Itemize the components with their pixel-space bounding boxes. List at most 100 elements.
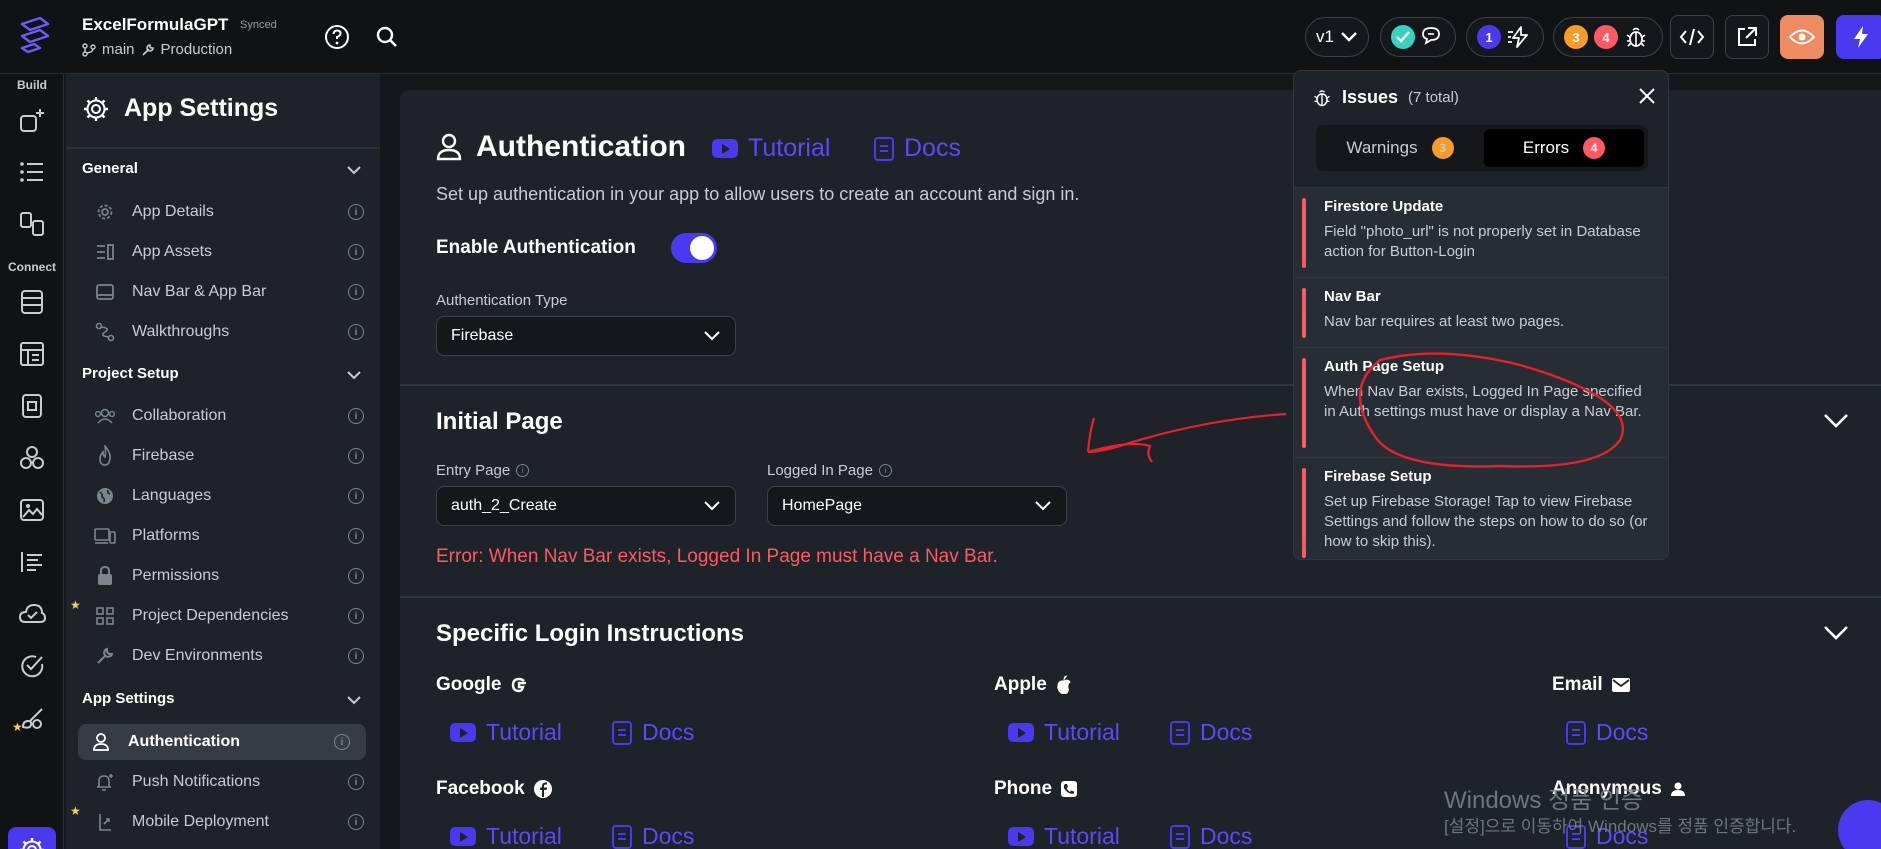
media-assets-icon[interactable] [14, 492, 50, 528]
facebook-tutorial-link[interactable]: Tutorial [450, 823, 562, 849]
google-tutorial-link[interactable]: Tutorial [450, 719, 562, 746]
sidebar-item-label: Dev Environments [132, 647, 263, 664]
docs-link[interactable]: Docs [874, 134, 961, 163]
info-icon[interactable]: i [348, 648, 364, 664]
widget-add-icon[interactable] [14, 102, 50, 138]
info-icon[interactable]: i [348, 608, 364, 624]
sidebar-item-authentication[interactable]: Authentication i [78, 724, 366, 760]
warnings-badge: 3 [1564, 25, 1588, 49]
enable-auth-toggle[interactable] [671, 233, 717, 263]
tutorial-link[interactable]: Tutorial [712, 134, 830, 163]
section-general[interactable]: General [82, 160, 138, 177]
phone-docs-link[interactable]: Docs [1170, 823, 1252, 849]
info-icon[interactable]: i [348, 244, 364, 260]
list-icon[interactable] [14, 154, 50, 190]
branch-info[interactable]: main Production [82, 41, 232, 58]
project-name[interactable]: ExcelFormulaGPT [82, 15, 228, 35]
devices-icon [94, 525, 116, 547]
settings-rail-button[interactable] [8, 827, 56, 849]
info-icon[interactable]: i [348, 528, 364, 544]
chevron-down-icon[interactable] [346, 162, 362, 178]
theme-text-icon[interactable] [14, 544, 50, 580]
facebook-docs-link[interactable]: Docs [612, 823, 694, 849]
sidebar-item-permissions[interactable]: Permissions i [94, 558, 364, 594]
logged-in-page-dropdown[interactable]: HomePage [767, 486, 1067, 526]
issues-pill[interactable]: 3 4 [1553, 17, 1663, 57]
design-brush-icon[interactable] [14, 700, 50, 736]
storyboard-icon[interactable] [14, 206, 50, 242]
sidebar-item-languages[interactable]: Languages i [94, 478, 364, 514]
entry-page-dropdown[interactable]: auth_2_Create [436, 486, 736, 526]
sidebar-item-mobile-deployment[interactable]: Mobile Deployment i [94, 804, 364, 840]
person-icon [436, 133, 462, 161]
cloud-functions-icon[interactable] [14, 596, 50, 632]
provider-facebook: Facebook [436, 778, 553, 800]
info-icon[interactable]: i [348, 568, 364, 584]
run-button[interactable] [1836, 15, 1881, 59]
tab-warnings[interactable]: Warnings 3 [1320, 129, 1480, 167]
chevron-down-icon[interactable] [1822, 624, 1850, 642]
sidebar-item-platforms[interactable]: Platforms i [94, 518, 364, 554]
info-icon[interactable]: i [516, 464, 530, 477]
document-icon [1170, 824, 1190, 849]
auth-type-dropdown[interactable]: Firebase [436, 316, 736, 356]
chevron-down-icon[interactable] [1822, 412, 1850, 430]
section-project-setup[interactable]: Project Setup [82, 365, 179, 382]
phone-tutorial-link[interactable]: Tutorial [1008, 823, 1120, 849]
issue-item[interactable]: Firestore Update Field "photo_url" is no… [1294, 187, 1668, 277]
apple-docs-link[interactable]: Docs [1170, 719, 1252, 746]
sidebar-item-collaboration[interactable]: Collaboration i [94, 398, 364, 434]
custom-code-icon[interactable] [14, 440, 50, 476]
sidebar-item-label: Mobile Deployment [132, 813, 269, 830]
error-indicator [1302, 468, 1306, 558]
google-docs-link[interactable]: Docs [612, 719, 694, 746]
sidebar-item-nav-bar[interactable]: Nav Bar & App Bar i [94, 274, 364, 310]
info-icon[interactable]: i [348, 284, 364, 300]
chevron-down-icon[interactable] [346, 367, 362, 383]
eye-icon [1789, 29, 1815, 45]
settings-sidebar: App Settings General App Details i App A… [66, 74, 380, 849]
rail-build-label: Build [17, 78, 47, 92]
status-chat-pill[interactable] [1380, 17, 1456, 57]
sidebar-item-push-notifications[interactable]: Push Notifications i [94, 764, 364, 800]
email-docs-link[interactable]: Docs [1566, 719, 1648, 746]
info-icon[interactable]: i [348, 814, 364, 830]
action-pill[interactable]: 1 [1466, 17, 1544, 57]
code-icon [1679, 28, 1705, 46]
api-calls-icon[interactable] [14, 336, 50, 372]
app-state-icon[interactable] [14, 388, 50, 424]
open-external-button[interactable] [1725, 15, 1769, 59]
code-view-button[interactable] [1670, 15, 1714, 59]
document-icon [1566, 720, 1586, 745]
version-selector[interactable]: v1 [1305, 17, 1369, 57]
info-icon[interactable]: i [348, 324, 364, 340]
entry-page-label-text: Entry Page [436, 462, 511, 479]
flutterflow-logo-icon[interactable] [18, 16, 52, 54]
sidebar-item-dev-environments[interactable]: Dev Environments i [94, 638, 364, 674]
help-icon[interactable] [322, 22, 352, 52]
sidebar-item-label: Nav Bar & App Bar [132, 283, 267, 300]
info-icon[interactable]: i [878, 464, 892, 477]
sidebar-item-firebase[interactable]: Firebase i [94, 438, 364, 474]
preview-button[interactable] [1780, 15, 1824, 59]
info-icon[interactable]: i [348, 204, 364, 220]
test-check-icon[interactable] [14, 648, 50, 684]
issue-item[interactable]: Nav Bar Nav bar requires at least two pa… [1294, 277, 1668, 347]
chevron-down-icon[interactable] [346, 692, 362, 708]
search-icon[interactable] [372, 22, 402, 52]
info-icon[interactable]: i [348, 408, 364, 424]
error-indicator [1302, 288, 1306, 338]
info-icon[interactable]: i [348, 488, 364, 504]
database-icon[interactable] [14, 284, 50, 320]
apple-tutorial-link[interactable]: Tutorial [1008, 719, 1120, 746]
close-icon[interactable] [1638, 87, 1656, 105]
sidebar-item-project-dependencies[interactable]: Project Dependencies i [94, 598, 364, 634]
info-icon[interactable]: i [348, 448, 364, 464]
tab-errors[interactable]: Errors 4 [1484, 129, 1644, 167]
section-app-settings[interactable]: App Settings [82, 690, 175, 707]
sidebar-item-walkthroughs[interactable]: Walkthroughs i [94, 314, 364, 350]
sidebar-item-app-assets[interactable]: App Assets i [94, 234, 364, 270]
info-icon[interactable]: i [348, 774, 364, 790]
info-icon[interactable]: i [334, 734, 350, 750]
sidebar-item-app-details[interactable]: App Details i [94, 194, 364, 230]
